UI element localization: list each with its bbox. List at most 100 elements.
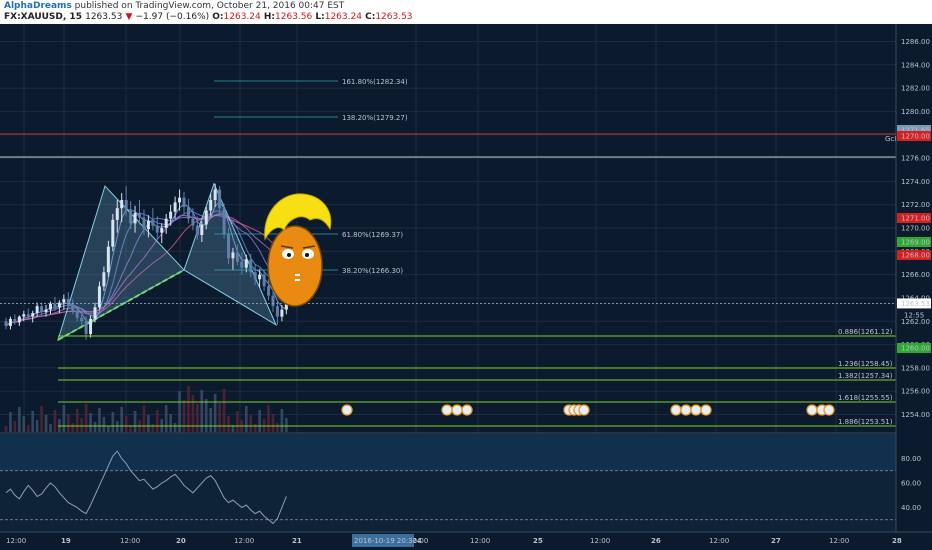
candle-body: [17, 316, 21, 323]
volume-bar: [182, 400, 186, 432]
candle-body: [35, 306, 39, 314]
candle-body: [209, 200, 213, 211]
time-tick-label: 12:00: [6, 537, 26, 545]
candle-body: [133, 212, 137, 224]
change-value: −1.97 (−0.16%): [135, 12, 210, 22]
candle-body: [218, 189, 222, 209]
volume-bar: [75, 409, 79, 432]
low-value: 1263.24: [324, 12, 362, 22]
candle-body: [169, 211, 173, 219]
candle-body: [111, 219, 115, 247]
volume-bar: [249, 415, 253, 432]
candle-body: [231, 252, 235, 259]
candle-body: [13, 318, 17, 323]
volume-bar: [18, 407, 21, 432]
volume-bar: [9, 412, 12, 432]
candle-body: [267, 286, 271, 296]
candle-body: [271, 295, 275, 307]
price-tick-label: 1276.00: [901, 155, 930, 163]
volume-bar: [31, 411, 34, 432]
candle-body: [146, 221, 150, 230]
volume-bar: [89, 413, 92, 432]
volume-bar: [142, 406, 146, 432]
close-value: 1263.53: [375, 12, 413, 22]
candle-body: [66, 299, 70, 305]
fib-level-label: 1.382(1257.34): [838, 372, 893, 380]
oscillator-panel[interactable]: [0, 432, 896, 532]
volume-bar: [62, 405, 66, 432]
event-flag-icon: [823, 404, 835, 416]
candle-body: [275, 306, 279, 317]
last-price: 1263.53: [85, 12, 123, 22]
volume-bar: [102, 417, 106, 432]
price-tick-label: 1284.00: [901, 61, 930, 69]
volume-bar: [262, 419, 266, 432]
volume-bar: [187, 386, 190, 432]
volume-bar: [80, 418, 83, 432]
time-tick-label: 25: [533, 537, 543, 545]
last-price-tag-label: 1263.53: [901, 300, 930, 308]
candle-body: [258, 274, 262, 280]
event-flag-icon: [670, 404, 682, 416]
candle-body: [244, 259, 248, 268]
volume-bar: [267, 405, 270, 432]
oscillator-top-zone: [0, 434, 896, 471]
oscillator-tick-label: 60.00: [901, 480, 921, 488]
time-tick-label: 12:00: [590, 537, 610, 545]
volume-bar: [84, 404, 88, 432]
face-left-pupil: [287, 253, 291, 257]
candle-body: [4, 321, 8, 326]
volume-bar: [218, 403, 221, 432]
candle-body: [186, 207, 190, 219]
candle-body: [53, 303, 57, 308]
open-value: 1263.24: [223, 12, 261, 22]
face-right-pupil: [305, 253, 309, 257]
event-flag-icon: [700, 404, 712, 416]
fib-extension-label: 138.20%(1279.27): [342, 114, 408, 122]
candle-body: [97, 286, 101, 308]
volume-bar: [169, 414, 172, 432]
volume-bar: [204, 399, 208, 432]
candle-body: [71, 304, 75, 311]
event-flag-icon: [578, 404, 590, 416]
price-axis[interactable]: 1254.001256.001258.001260.001262.001264.…: [895, 24, 932, 532]
time-tick-label: 28: [892, 537, 902, 545]
volume-bar: [44, 415, 48, 432]
price-tag-label: 1260.00: [901, 345, 930, 353]
volume-bar: [276, 423, 279, 432]
price-tick-label: 1274.00: [901, 178, 930, 186]
symbol-label[interactable]: FX:XAUUSD, 15: [4, 12, 82, 22]
volume-bar: [58, 419, 61, 432]
candle-body: [93, 307, 97, 319]
volume-bar: [22, 416, 26, 432]
volume-bar: [151, 424, 155, 432]
candle-body: [227, 233, 230, 259]
event-flag-icon: [690, 404, 702, 416]
time-axis[interactable]: 12:00 19 12:00 20 12:00 21 24 12:00 25 12:00 26 12:…: [0, 531, 932, 550]
candle-body: [222, 208, 226, 234]
fib-extension-label: 61.80%(1269.37): [342, 231, 403, 239]
author-link[interactable]: AlphaDreams: [4, 1, 72, 11]
candle-body: [160, 228, 164, 233]
event-flag-icon: [451, 404, 463, 416]
chart-canvas[interactable]: GcN 161.80%(1282.34)138.20%(1279.27)61.8…: [0, 24, 932, 550]
oscillator-tick-label: 80.00: [901, 455, 921, 463]
candle-body: [200, 224, 204, 235]
candle-body: [164, 218, 168, 228]
volume-bar: [71, 423, 75, 432]
volume-bar: [120, 407, 123, 432]
volume-bar: [191, 395, 195, 432]
volume-bar: [280, 409, 284, 432]
candle-body: [280, 309, 284, 317]
volume-bar: [160, 419, 164, 432]
volume-bar: [156, 410, 159, 432]
volume-bar: [271, 414, 275, 432]
price-tag-label: 1268.00: [901, 252, 930, 260]
candle-body: [182, 197, 186, 208]
price-tick-label: 1280.00: [901, 108, 930, 116]
candle-body: [44, 309, 48, 312]
candle-body: [191, 218, 195, 226]
time-tick-label: 21: [292, 537, 302, 545]
candle-body: [124, 200, 128, 210]
face-head: [267, 225, 323, 307]
